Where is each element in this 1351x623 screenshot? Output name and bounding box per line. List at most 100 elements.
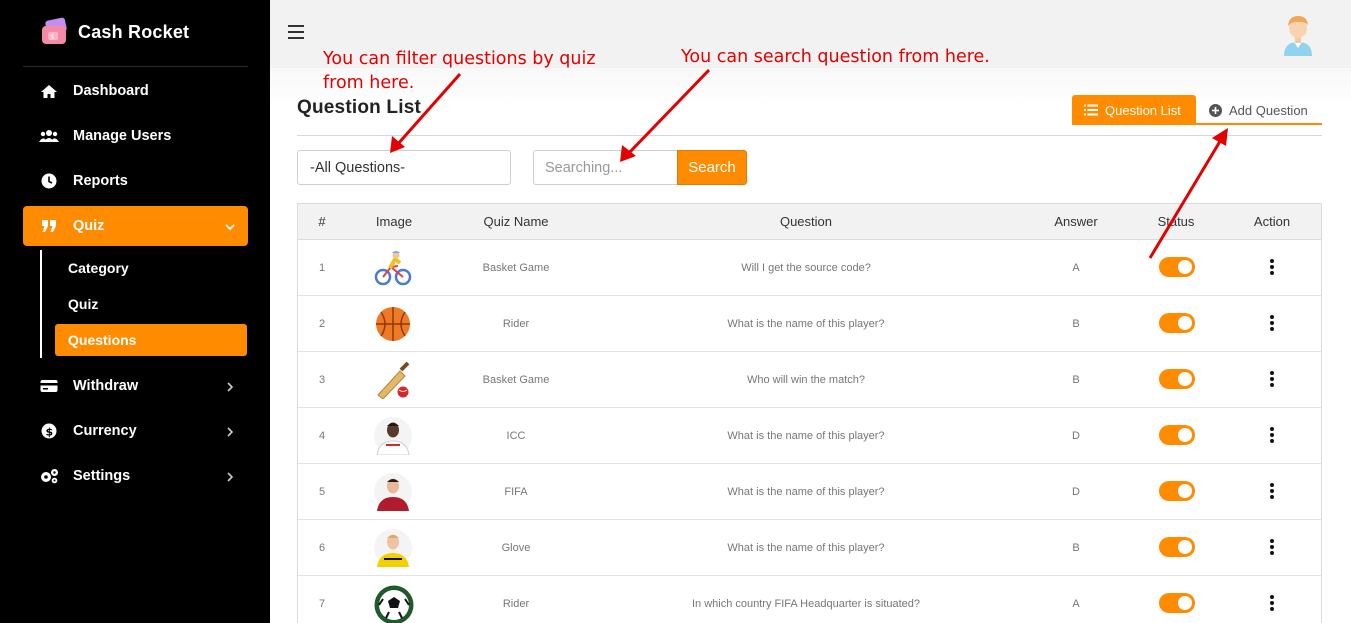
sidebar-item-label: Settings xyxy=(73,468,131,484)
row-quiz-name: Basket Game xyxy=(482,262,550,274)
row-image-cell xyxy=(346,464,442,520)
row-image-cell xyxy=(346,576,442,623)
column-header-action: Action xyxy=(1253,214,1291,229)
chevron-right-icon xyxy=(224,425,236,437)
status-toggle[interactable] xyxy=(1159,481,1195,501)
sidebar-item-withdraw[interactable]: Withdraw xyxy=(23,366,248,406)
column-header-status: Status xyxy=(1157,214,1195,229)
quiz-filter-select[interactable]: -All Questions- xyxy=(297,150,511,185)
tab-add-question[interactable]: Add Question xyxy=(1209,95,1308,125)
more-options-icon[interactable] xyxy=(1268,315,1276,333)
filter-annotation: You can filter questions by quiz from he… xyxy=(323,47,596,95)
row-image-cell xyxy=(346,240,442,296)
row-quiz-name: Glove xyxy=(501,542,531,554)
row-question: What is the name of this player? xyxy=(727,486,885,498)
tab-underline xyxy=(1196,123,1322,125)
status-toggle[interactable] xyxy=(1159,257,1195,277)
more-options-icon[interactable] xyxy=(1268,259,1276,277)
questions-table: # Image Quiz Name Question Answer Status… xyxy=(297,203,1322,623)
sidebar-item-reports[interactable]: Reports xyxy=(23,161,248,201)
row-number: 3 xyxy=(318,374,326,386)
player-photo xyxy=(374,529,412,567)
sidebar-item-label: Reports xyxy=(73,173,128,189)
sidebar-item-label: Manage Users xyxy=(73,128,172,144)
status-toggle[interactable] xyxy=(1159,369,1195,389)
status-toggle[interactable] xyxy=(1159,537,1195,557)
more-options-icon[interactable] xyxy=(1268,371,1276,389)
search-button[interactable]: Search xyxy=(677,150,747,185)
list-icon xyxy=(1084,104,1098,116)
row-answer: D xyxy=(1072,486,1080,498)
sidebar-subitem-category[interactable]: Category xyxy=(55,252,247,284)
row-number: 4 xyxy=(318,430,326,442)
brand-name: Cash Rocket xyxy=(78,21,190,42)
chevron-right-icon xyxy=(224,380,236,392)
sidebar: $ Cash Rocket Dashboard Manage Users Rep… xyxy=(0,0,270,623)
sidebar-item-manage-users[interactable]: Manage Users xyxy=(23,116,248,156)
more-options-icon[interactable] xyxy=(1268,483,1276,501)
row-action-cell xyxy=(1222,296,1322,352)
row-answer: B xyxy=(1072,318,1080,330)
row-quiz-name: Basket Game xyxy=(482,374,550,386)
users-icon xyxy=(39,128,59,144)
row-image-cell xyxy=(346,408,442,464)
row-answer: A xyxy=(1072,262,1080,274)
sidebar-item-currency[interactable]: $ Currency xyxy=(23,411,248,451)
row-action-cell xyxy=(1222,352,1322,408)
sidebar-item-label: Dashboard xyxy=(73,83,149,99)
row-image-cell xyxy=(346,352,442,408)
status-toggle[interactable] xyxy=(1159,593,1195,613)
row-quiz-name: ICC xyxy=(506,430,526,442)
search-input[interactable] xyxy=(533,150,678,185)
sidebar-subitem-quiz[interactable]: Quiz xyxy=(55,288,247,320)
sidebar-item-quiz[interactable]: Quiz xyxy=(23,206,248,246)
column-header-question: Question xyxy=(779,214,833,229)
row-status-cell xyxy=(1130,240,1222,296)
table-row: 7 Rider In which country FIFA Headquarte… xyxy=(298,576,1321,623)
clock-icon xyxy=(39,173,59,189)
row-status-cell xyxy=(1130,352,1222,408)
hamburger-menu-icon[interactable] xyxy=(288,25,304,39)
svg-text:$: $ xyxy=(50,33,54,41)
basketball-image xyxy=(374,305,412,343)
chevron-down-icon xyxy=(224,220,236,232)
quote-icon xyxy=(39,218,59,234)
row-question: Who will win the match? xyxy=(747,374,865,386)
row-number: 5 xyxy=(318,486,326,498)
column-header-answer: Answer xyxy=(1054,214,1098,229)
search-annotation: You can search question from here. xyxy=(681,47,990,67)
app-window: $ Cash Rocket Dashboard Manage Users Rep… xyxy=(0,0,1351,623)
sidebar-subitem-questions[interactable]: Questions xyxy=(55,324,247,356)
row-image-cell xyxy=(346,520,442,576)
sidebar-item-label: Quiz xyxy=(73,218,105,234)
submenu-guide-line xyxy=(40,250,42,358)
brand[interactable]: $ Cash Rocket xyxy=(40,16,189,48)
row-number: 7 xyxy=(318,598,326,610)
more-options-icon[interactable] xyxy=(1268,539,1276,557)
sidebar-item-dashboard[interactable]: Dashboard xyxy=(23,71,248,111)
row-question: What is the name of this player? xyxy=(727,430,885,442)
row-action-cell xyxy=(1222,240,1322,296)
row-question: In which country FIFA Headquarter is sit… xyxy=(691,598,921,610)
row-question: What is the name of this player? xyxy=(727,542,885,554)
tab-question-list[interactable]: Question List xyxy=(1072,95,1196,125)
table-row: 3 Basket Game Who will win the match? B xyxy=(298,352,1321,408)
row-quiz-name: FIFA xyxy=(504,486,528,498)
card-icon xyxy=(39,378,59,394)
more-options-icon[interactable] xyxy=(1268,427,1276,445)
annotation-line: You can filter questions by quiz xyxy=(323,49,596,69)
row-answer: B xyxy=(1072,542,1080,554)
sidebar-item-settings[interactable]: Settings xyxy=(23,456,248,496)
table-header: # Image Quiz Name Question Answer Status… xyxy=(298,204,1321,240)
column-header-image: Image xyxy=(375,214,413,229)
status-toggle[interactable] xyxy=(1159,425,1195,445)
table-row: 5 FIFA What is the name of this player? … xyxy=(298,464,1321,520)
status-toggle[interactable] xyxy=(1159,313,1195,333)
user-avatar[interactable] xyxy=(1280,12,1316,56)
row-answer: A xyxy=(1072,598,1080,610)
brand-divider xyxy=(23,66,248,67)
row-image-cell xyxy=(346,296,442,352)
plus-circle-icon xyxy=(1209,103,1222,117)
sidebar-item-label: Currency xyxy=(73,423,137,439)
more-options-icon[interactable] xyxy=(1268,595,1276,613)
